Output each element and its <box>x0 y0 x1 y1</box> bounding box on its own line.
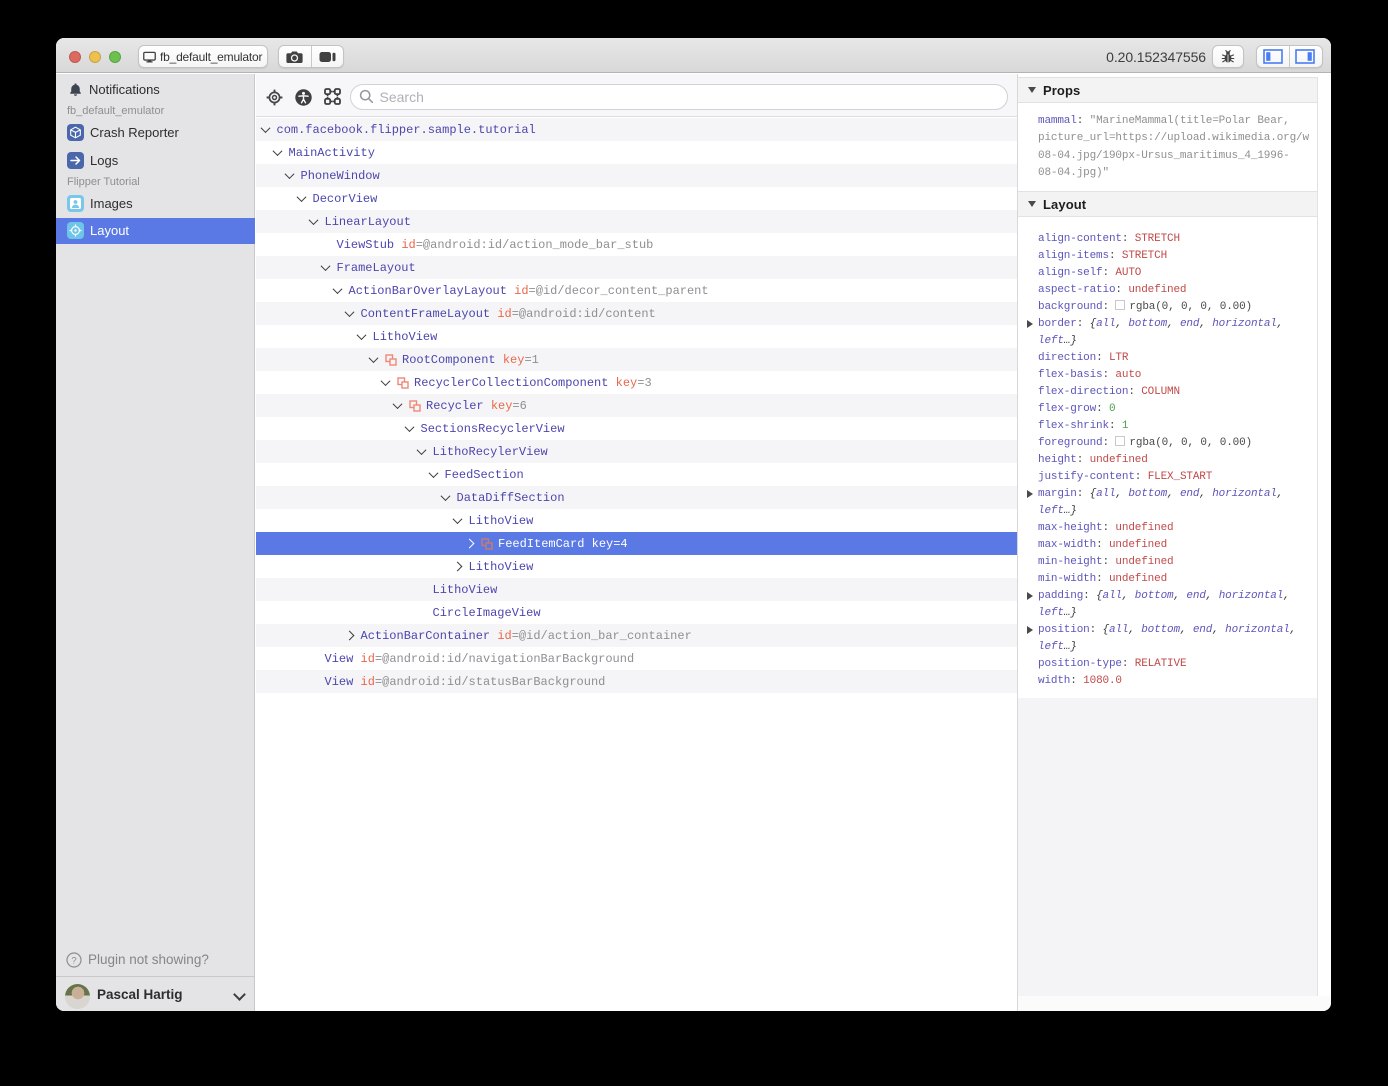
svg-text:?: ? <box>71 955 76 966</box>
